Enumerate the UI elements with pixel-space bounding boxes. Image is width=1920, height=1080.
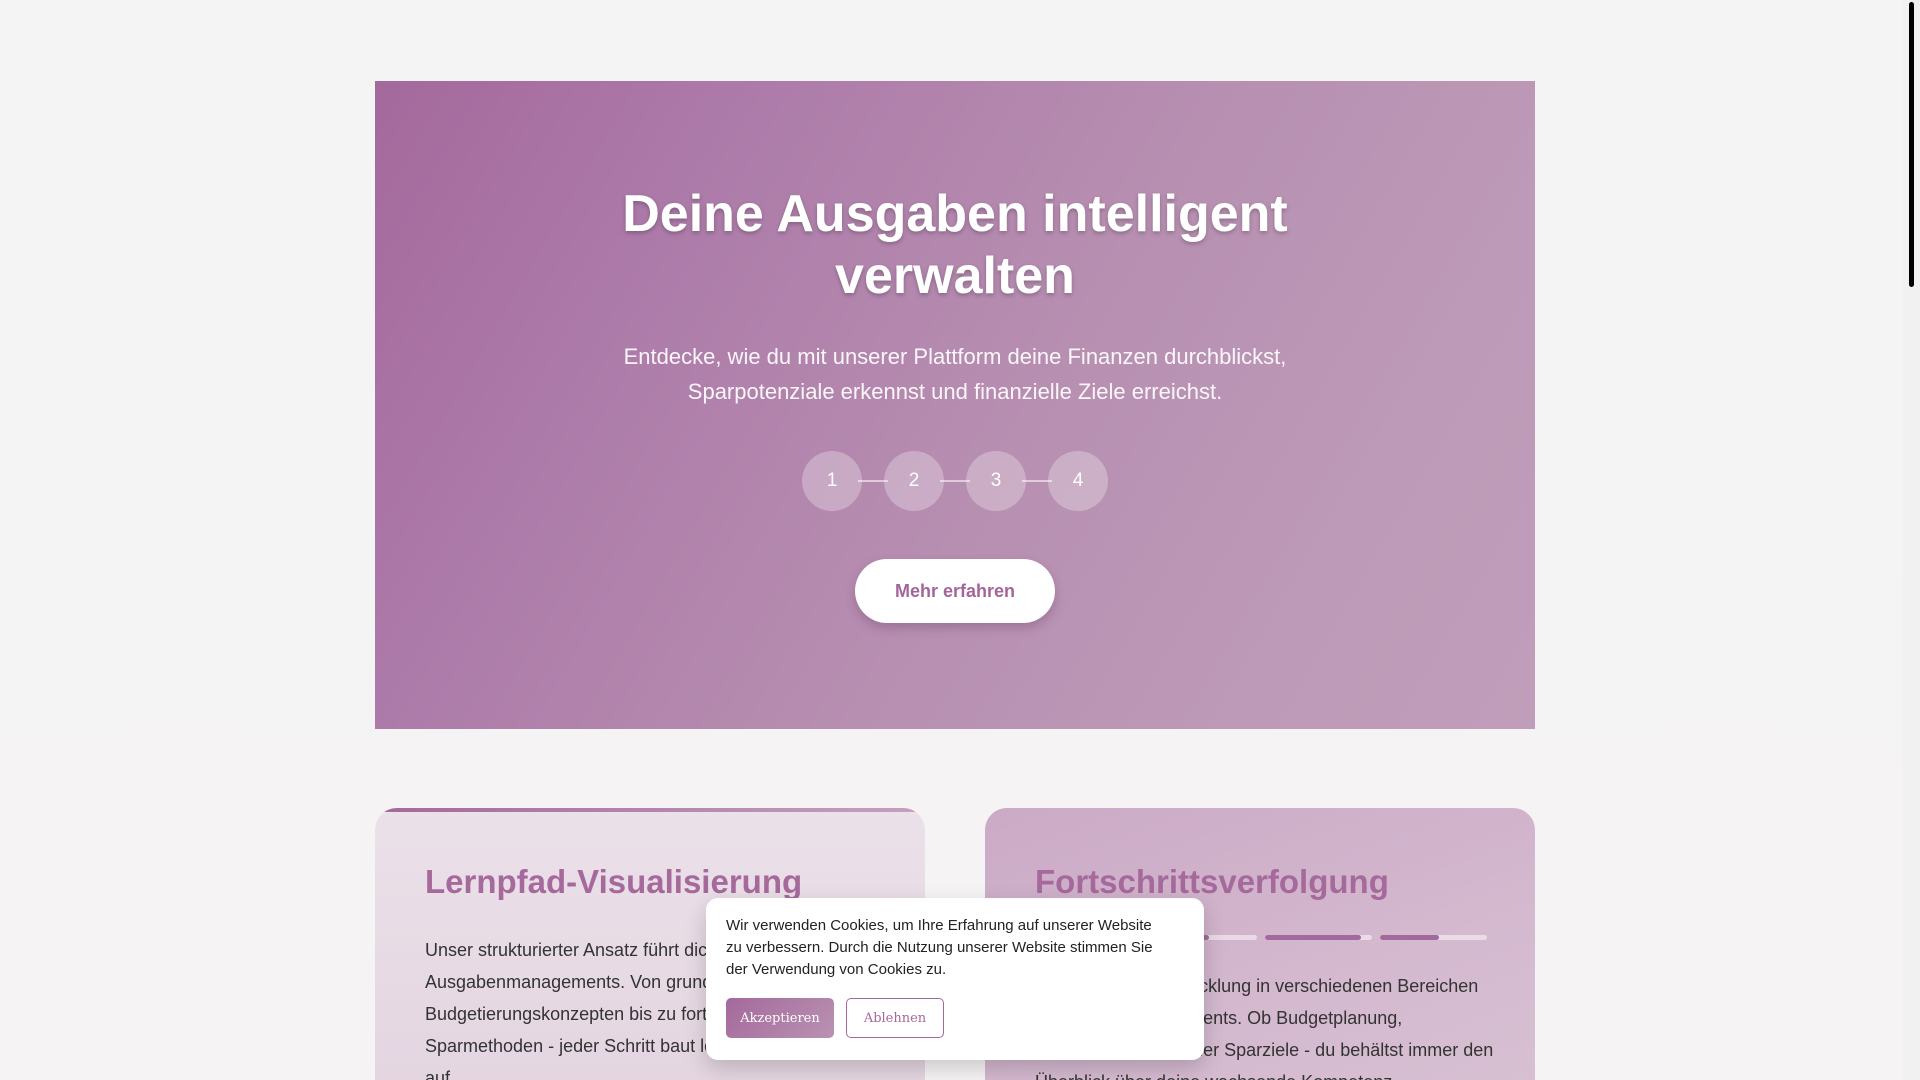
progress-bar [1265, 935, 1372, 940]
card-title: Lernpfad-Visualisierung [425, 863, 803, 900]
cookie-banner: Wir verwenden Cookies, um Ihre Erfahrung… [706, 898, 1204, 1060]
progress-fill [1380, 935, 1439, 940]
scrollbar-thumb[interactable] [1909, 2, 1914, 287]
step-4[interactable]: 4 [1048, 451, 1108, 511]
card-title: Fortschrittsverfolgung [1035, 863, 1389, 900]
step-1[interactable]: 1 [802, 451, 862, 511]
progress-bar [1380, 935, 1487, 940]
step-indicator: 1 2 3 4 [375, 450, 1535, 512]
accept-cookies-button[interactable]: Akzeptieren [726, 998, 834, 1038]
hero-subtitle: Entdecke, wie du mit unserer Plattform d… [623, 344, 1287, 404]
cookie-text: Wir verwenden Cookies, um Ihre Erfahrung… [726, 917, 1153, 978]
step-2[interactable]: 2 [884, 451, 944, 511]
page: Deine Ausgaben intelligent verwalten Ent… [0, 0, 1920, 1080]
progress-fill [1265, 935, 1362, 940]
step-3[interactable]: 3 [966, 451, 1026, 511]
hero-section: Deine Ausgaben intelligent verwalten Ent… [375, 81, 1535, 729]
learn-more-button[interactable]: Mehr erfahren [855, 559, 1055, 623]
scrollbar[interactable] [1903, 0, 1920, 1080]
decline-cookies-button[interactable]: Ablehnen [846, 998, 944, 1038]
hero-title: Deine Ausgaben intelligent verwalten [622, 185, 1288, 305]
